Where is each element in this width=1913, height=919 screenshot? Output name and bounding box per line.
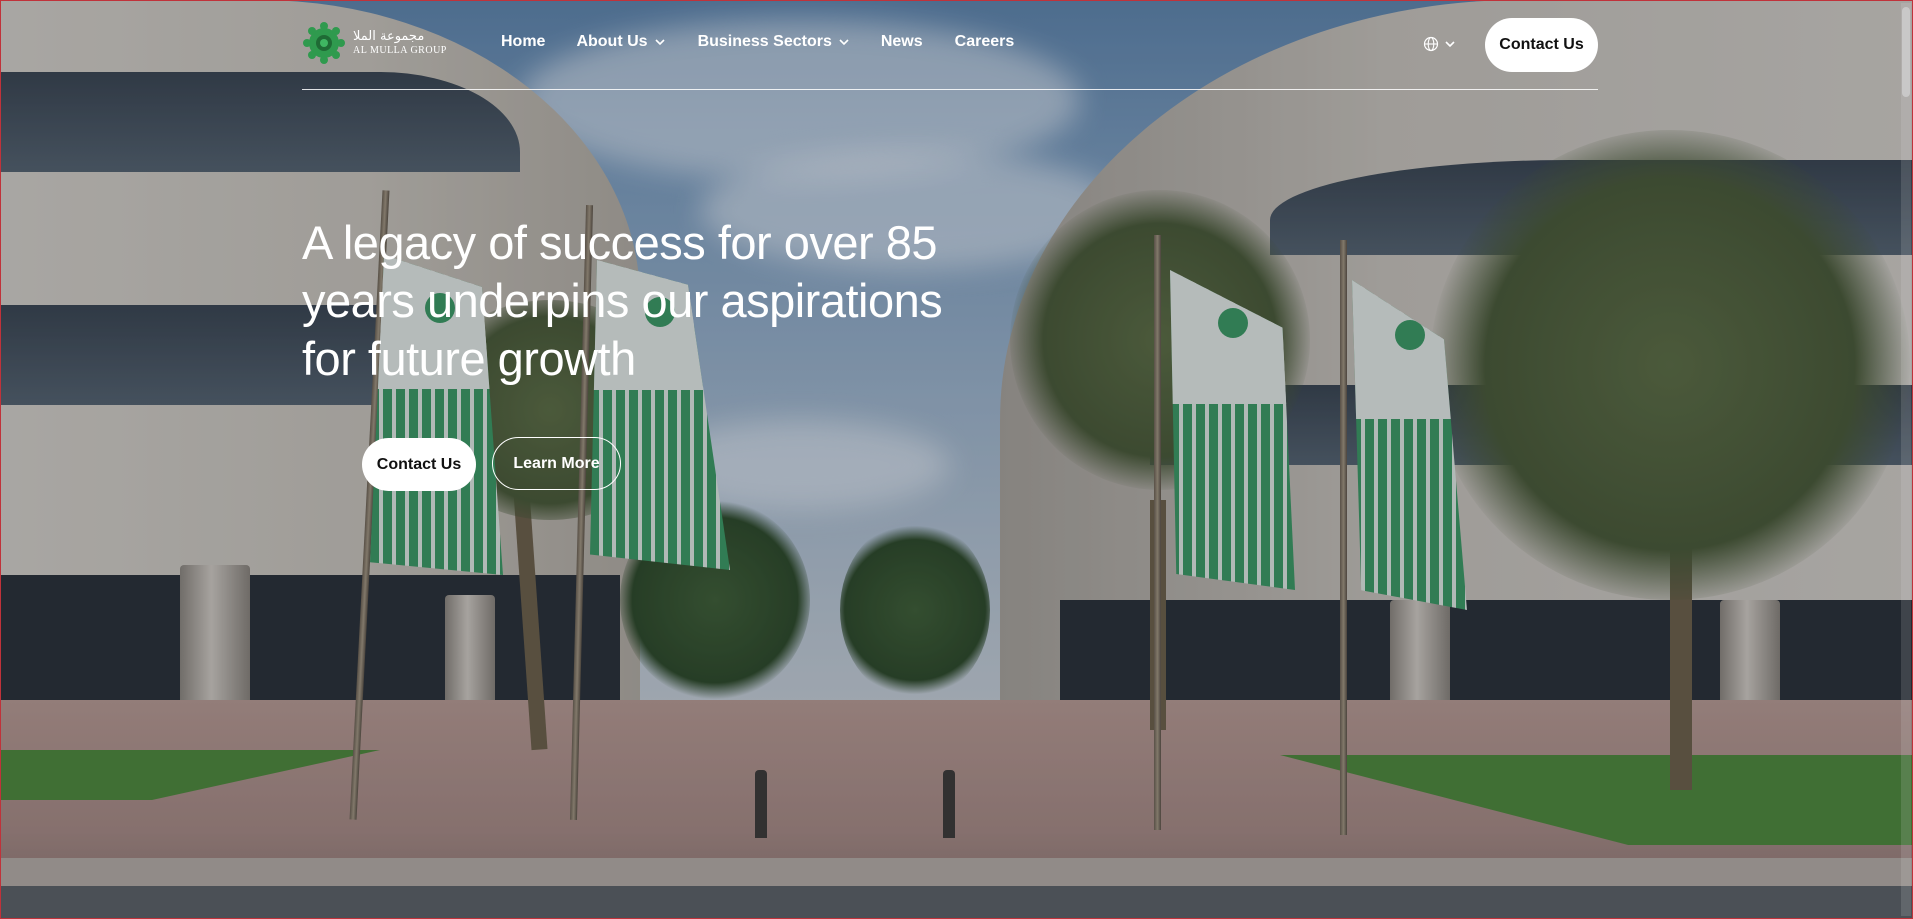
nav-news[interactable]: News [881, 33, 923, 51]
hero-title-line: for future growth [302, 332, 636, 385]
main-nav: Home About Us Business Sectors News Care… [501, 33, 1014, 51]
page-scrollbar[interactable] [1901, 3, 1911, 916]
hero-learn-more-button[interactable]: Learn More [492, 437, 621, 490]
nav-news-label: News [880, 33, 923, 50]
hero-title-line: years underpins our aspirations [302, 274, 943, 327]
logo[interactable]: مجموعة الملا AL MULLA GROUP [302, 21, 447, 65]
chevron-down-icon [1445, 41, 1455, 48]
nav-home[interactable]: Home [501, 33, 545, 51]
chevron-down-icon [654, 39, 665, 46]
image-overlay [0, 0, 1913, 919]
logo-arabic-text: مجموعة الملا [353, 29, 425, 45]
header-contact-button[interactable]: Contact Us [1485, 18, 1598, 72]
globe-icon [1423, 36, 1439, 52]
hero-background-photo [0, 0, 1913, 919]
chevron-down-icon [839, 39, 849, 46]
nav-home-label: Home [501, 33, 546, 50]
logo-emblem-icon [303, 22, 345, 64]
hero-title-line: A legacy of success for over 85 [302, 216, 938, 269]
nav-business-sectors-label: Business Sectors [697, 33, 832, 50]
site-header: مجموعة الملا AL MULLA GROUP Home About U… [302, 0, 1598, 90]
scrollbar-thumb[interactable] [1902, 7, 1910, 97]
language-selector[interactable] [1423, 36, 1457, 52]
nav-about-us-label: About Us [576, 33, 648, 50]
logo-english-text: AL MULLA GROUP [353, 44, 447, 56]
hero-title: A legacy of success for over 85 years un… [302, 214, 982, 388]
nav-about-us[interactable]: About Us [576, 33, 665, 51]
nav-business-sectors[interactable]: Business Sectors [698, 33, 850, 51]
nav-careers[interactable]: Careers [955, 33, 1015, 51]
nav-careers-label: Careers [954, 33, 1015, 50]
hero-contact-button[interactable]: Contact Us [362, 438, 476, 491]
